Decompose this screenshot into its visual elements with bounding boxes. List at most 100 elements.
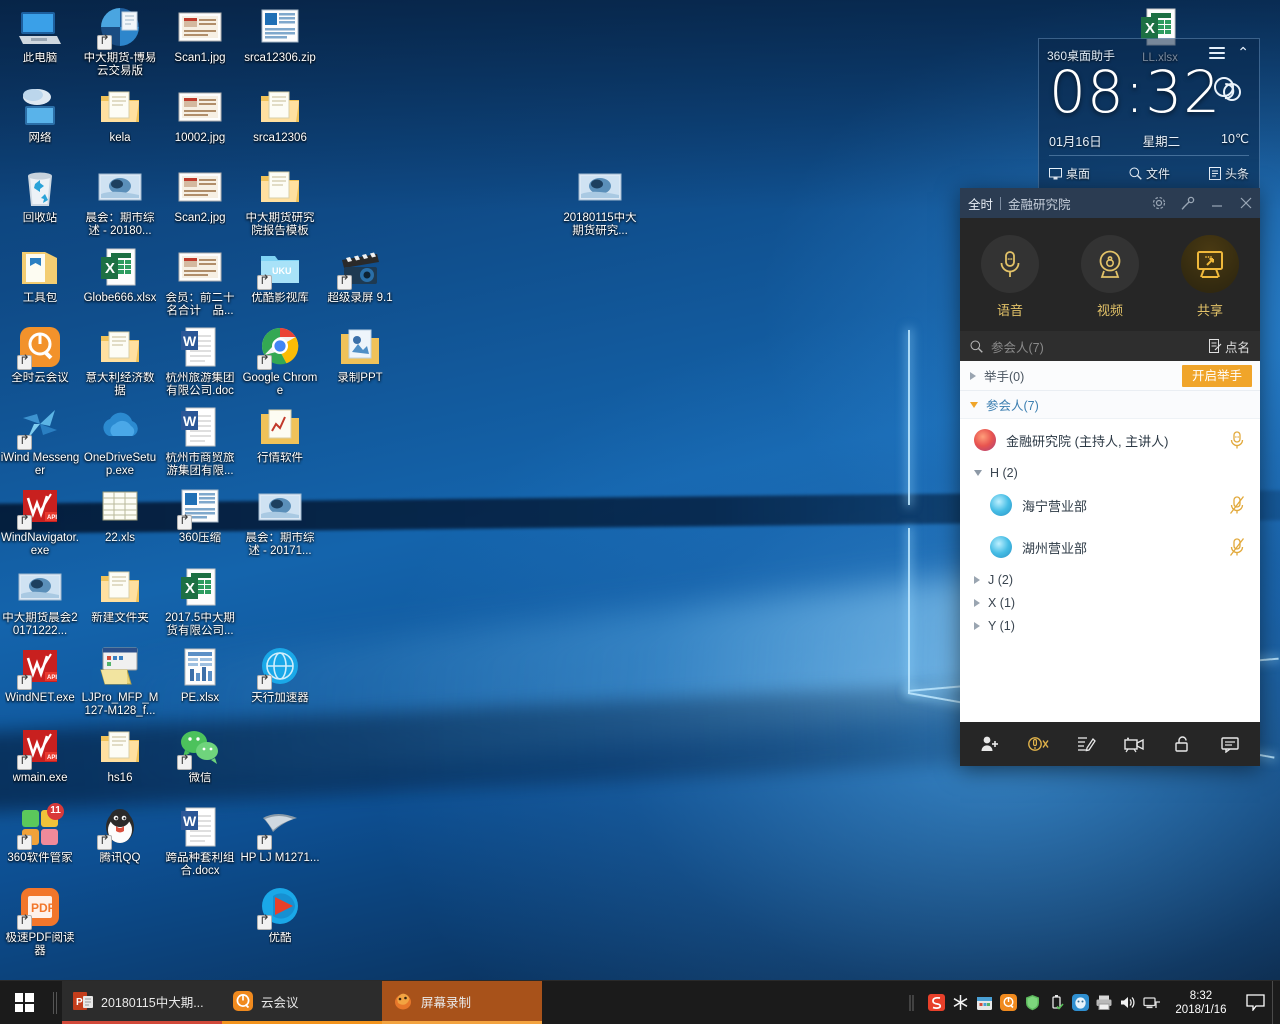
desktop-icon[interactable]: 此电脑 bbox=[0, 4, 80, 65]
invite-user-icon[interactable] bbox=[973, 729, 1007, 759]
desktop-icon[interactable]: iWind Messenger bbox=[0, 404, 80, 478]
desktop-icon[interactable]: 会员：前二十名合计 品... bbox=[160, 244, 240, 318]
start-button[interactable] bbox=[0, 981, 48, 1024]
tencent-tray-icon[interactable] bbox=[1068, 988, 1092, 1018]
widget-link-desktop[interactable]: 桌面 bbox=[1049, 165, 1090, 182]
participant-row[interactable]: 湖州营业部 bbox=[960, 526, 1260, 568]
taskbar-item-meeting[interactable]: 云会议 bbox=[222, 981, 382, 1024]
desktop-icon[interactable]: 录制PPT bbox=[320, 324, 400, 385]
desktop-assistant-widget[interactable]: 360桌面助手 ⌃ 08:32 01月16日 星期二 10℃ 桌面 文件 头条 bbox=[1038, 38, 1260, 190]
desktop-icon[interactable]: 腾讯QQ bbox=[80, 804, 160, 865]
desktop-icon[interactable]: 11 360软件管家 bbox=[0, 803, 80, 865]
tools-icon[interactable] bbox=[1173, 188, 1202, 218]
desktop-icon[interactable]: OneDriveSetup.exe bbox=[80, 404, 160, 478]
desktop-icon[interactable]: LJPro_MFP_M127-M128_f... bbox=[80, 644, 160, 718]
printer-icon[interactable] bbox=[1092, 988, 1116, 1018]
calendar-icon[interactable] bbox=[972, 988, 996, 1018]
share-button[interactable]: 共享 bbox=[1172, 234, 1248, 319]
desktop-icon[interactable]: W 杭州旅游集团有限公司.doc bbox=[160, 324, 240, 398]
annotate-icon[interactable] bbox=[1069, 729, 1103, 759]
quanshi-tray-icon[interactable] bbox=[996, 988, 1020, 1018]
desktop-icon[interactable]: Google Chrome bbox=[240, 324, 320, 398]
participant-group-h[interactable]: H (2) bbox=[960, 461, 1260, 484]
desktop-icon[interactable]: 超级录屏 9.1 bbox=[320, 244, 400, 305]
snowflake-icon[interactable] bbox=[948, 988, 972, 1018]
shield-icon[interactable] bbox=[1020, 988, 1044, 1018]
desktop-icon[interactable]: UKU 优酷影视库 bbox=[240, 244, 320, 305]
desktop-icon[interactable]: 晨会：期市综述 - 20180... bbox=[80, 164, 160, 238]
desktop-icon[interactable]: 新建文件夹 bbox=[80, 564, 160, 625]
desktop-icon[interactable]: Scan1.jpg bbox=[160, 4, 240, 65]
desktop-icon[interactable]: 22.xls bbox=[80, 484, 160, 545]
mute-all-icon[interactable] bbox=[1021, 729, 1055, 759]
desktop-icon[interactable]: kela bbox=[80, 84, 160, 145]
widget-link-news[interactable]: 头条 bbox=[1208, 165, 1249, 182]
desktop-icon[interactable]: X Globe666.xlsx bbox=[80, 244, 160, 305]
desktop-icon[interactable]: 中大期货晨会20171222... bbox=[0, 564, 80, 638]
record-icon[interactable] bbox=[1117, 729, 1151, 759]
desktop-icon[interactable]: W 跨品种套利组合.docx bbox=[160, 804, 240, 878]
chevron-up-icon[interactable]: ⌃ bbox=[1237, 45, 1249, 59]
settings-icon[interactable] bbox=[1144, 188, 1173, 218]
action-center-button[interactable] bbox=[1238, 994, 1272, 1011]
desktop-icon[interactable]: HP LJ M1271... bbox=[240, 804, 320, 865]
sogou-input-icon[interactable] bbox=[924, 988, 948, 1018]
desktop-icon[interactable]: 360压缩 bbox=[160, 484, 240, 545]
mic-on-icon[interactable] bbox=[1228, 430, 1246, 450]
taskbar-item-powerpoint[interactable]: P 20180115中大期... bbox=[62, 981, 222, 1024]
chat-icon[interactable] bbox=[1213, 729, 1247, 759]
desktop-icon[interactable]: 意大利经济数据 bbox=[80, 324, 160, 398]
desktop-icon[interactable]: 中大期货-博易云交易版 bbox=[80, 4, 160, 78]
enable-raise-hand-button[interactable]: 开启举手 bbox=[1181, 365, 1252, 387]
minimize-icon[interactable] bbox=[1202, 188, 1231, 218]
desktop-icon[interactable]: 微信 bbox=[160, 724, 240, 785]
close-icon[interactable] bbox=[1231, 188, 1260, 218]
desktop-icon[interactable]: 网络 bbox=[0, 84, 80, 145]
participant-host-row[interactable]: 金融研究院 (主持人, 主讲人) bbox=[960, 419, 1260, 461]
desktop-icon[interactable]: PE.xlsx bbox=[160, 644, 240, 705]
video-button[interactable]: 视频 bbox=[1072, 234, 1148, 319]
desktop-icon[interactable]: API wmain.exe bbox=[0, 724, 80, 785]
usb-eject-icon[interactable] bbox=[1044, 988, 1068, 1018]
desktop-icon[interactable]: 工具包 bbox=[0, 244, 80, 305]
desktop-icon[interactable]: API WindNET.exe bbox=[0, 644, 80, 705]
desktop-icon[interactable]: X 2017.5中大期货有限公司... bbox=[160, 564, 240, 638]
desktop-icon[interactable]: 中大期货研究院报告模板 bbox=[240, 164, 320, 238]
show-desktop-button[interactable] bbox=[1272, 980, 1280, 1024]
network-icon[interactable] bbox=[1140, 988, 1164, 1018]
desktop-icon[interactable]: 全时云会议 bbox=[0, 324, 80, 385]
desktop-icon[interactable]: hs16 bbox=[80, 724, 160, 785]
rollcall-button[interactable]: 点名 bbox=[1208, 337, 1250, 356]
meeting-window[interactable]: 全时 金融研究院 语音 视频 共享 参会人(7) 点名 举手(0) 开启举手 参… bbox=[960, 188, 1260, 766]
meeting-titlebar[interactable]: 全时 金融研究院 bbox=[960, 188, 1260, 218]
desktop-icon[interactable]: W 杭州市商贸旅游集团有限... bbox=[160, 404, 240, 478]
desktop-icon[interactable]: 20180115中大期货研究... bbox=[560, 164, 640, 238]
desktop-icon[interactable]: srca12306.zip bbox=[240, 4, 320, 65]
participant-group-y[interactable]: Y (1) bbox=[960, 614, 1260, 637]
desktop-icon[interactable]: 天行加速器 bbox=[240, 644, 320, 705]
mic-muted-icon[interactable] bbox=[1228, 537, 1246, 557]
toolbar-handle[interactable] bbox=[48, 981, 62, 1024]
participant-search-bar[interactable]: 参会人(7) 点名 bbox=[960, 331, 1260, 361]
volume-icon[interactable] bbox=[1116, 988, 1140, 1018]
audio-button[interactable]: 语音 bbox=[972, 234, 1048, 319]
desktop-icon[interactable]: srca12306 bbox=[240, 84, 320, 145]
raise-hand-row[interactable]: 举手(0) 开启举手 bbox=[960, 361, 1260, 391]
participant-group-x[interactable]: X (1) bbox=[960, 591, 1260, 614]
desktop-icon[interactable]: 优酷 bbox=[240, 884, 320, 945]
participants-header-row[interactable]: 参会人(7) bbox=[960, 391, 1260, 419]
desktop-icon[interactable]: API WindNavigator.exe bbox=[0, 484, 80, 558]
taskbar-clock[interactable]: 8:32 2018/1/16 bbox=[1164, 989, 1238, 1017]
lock-meeting-icon[interactable] bbox=[1165, 729, 1199, 759]
desktop-icon[interactable]: 回收站 bbox=[0, 164, 80, 225]
participant-group-j[interactable]: J (2) bbox=[960, 568, 1260, 591]
desktop-icon[interactable]: 晨会：期市综述 - 20171... bbox=[240, 484, 320, 558]
widget-link-files[interactable]: 文件 bbox=[1129, 165, 1170, 182]
desktop-icon[interactable]: PDF 极速PDF阅读器 bbox=[0, 884, 80, 958]
desktop-icon[interactable]: Scan2.jpg bbox=[160, 164, 240, 225]
mic-muted-icon[interactable] bbox=[1228, 495, 1246, 515]
participant-row[interactable]: 海宁营业部 bbox=[960, 484, 1260, 526]
tray-handle[interactable] bbox=[900, 988, 924, 1018]
taskbar-item-recorder[interactable]: 屏幕录制 bbox=[382, 981, 542, 1024]
desktop-icon[interactable]: 10002.jpg bbox=[160, 84, 240, 145]
